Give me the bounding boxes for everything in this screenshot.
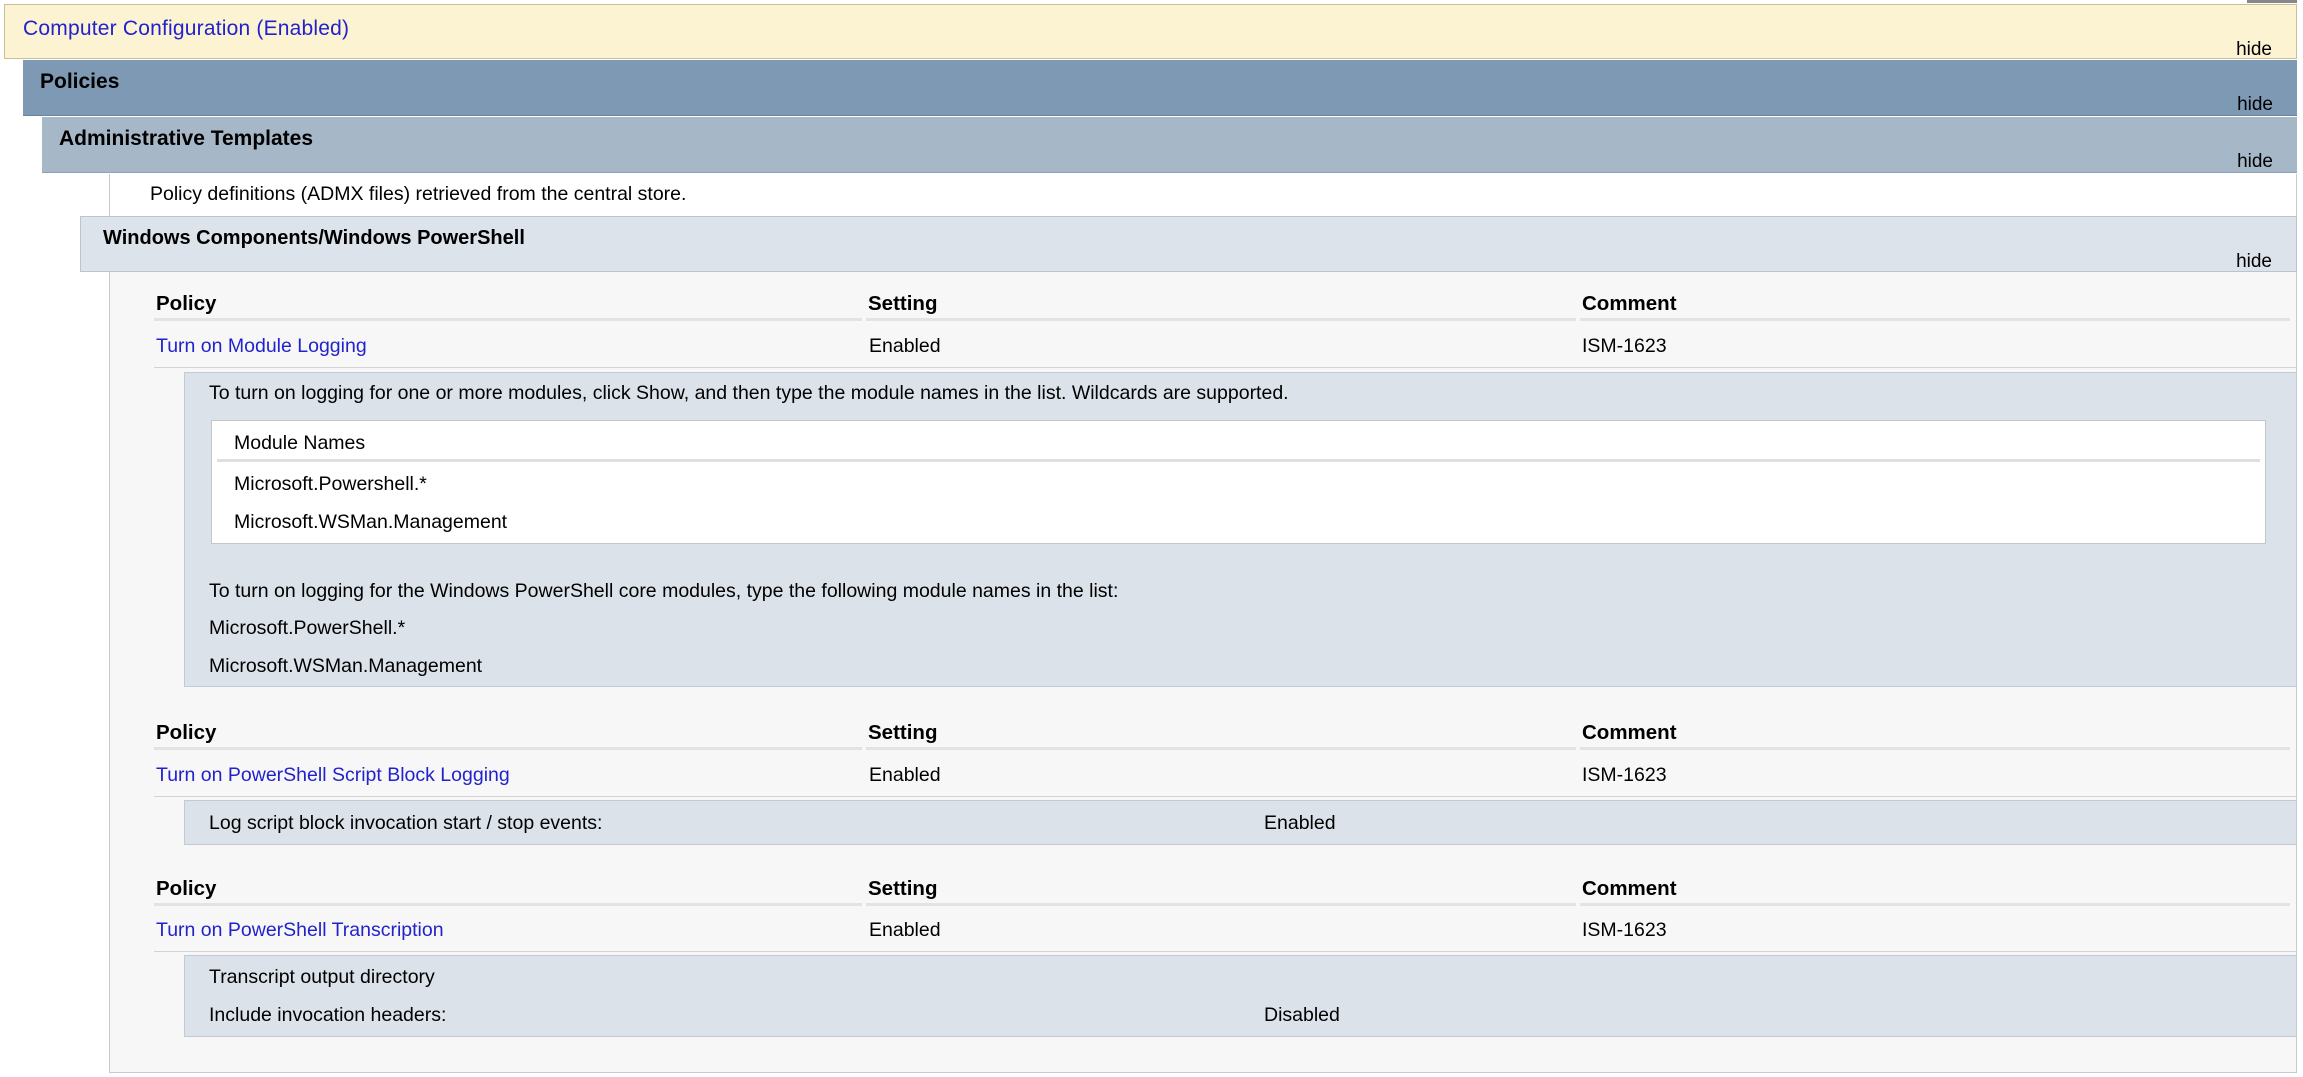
module-names-header: Module Names xyxy=(234,432,366,454)
module-names-header-rule xyxy=(217,459,2260,462)
transcription-details xyxy=(184,955,2297,1037)
administrative-templates-header[interactable]: Administrative Templates hide xyxy=(42,117,2297,173)
policies-title: Policies xyxy=(40,70,120,93)
computer-configuration-title[interactable]: Computer Configuration (Enabled) xyxy=(23,17,349,41)
core-modules-note: To turn on logging for the Windows Power… xyxy=(209,580,1119,602)
row-divider xyxy=(154,951,2297,952)
invocation-headers-value: Disabled xyxy=(1264,1004,1340,1026)
core-module-item: Microsoft.WSMan.Management xyxy=(209,655,483,677)
top-edge-line xyxy=(2247,0,2297,3)
core-module-item: Microsoft.PowerShell.* xyxy=(209,617,406,639)
policy-setting: Enabled xyxy=(869,764,941,786)
policy-link-script-block-logging[interactable]: Turn on PowerShell Script Block Logging xyxy=(156,764,510,787)
row-divider xyxy=(154,367,2297,368)
module-names-table xyxy=(211,420,2266,544)
policy-column-header: Policy xyxy=(156,877,217,900)
module-name-item: Microsoft.WSMan.Management xyxy=(234,511,508,533)
header-underline xyxy=(154,747,862,750)
policy-setting: Enabled xyxy=(869,335,941,357)
windows-powershell-header[interactable]: Windows Components/Windows PowerShell hi… xyxy=(80,216,2297,272)
comment-column-header: Comment xyxy=(1582,721,1677,744)
policy-comment: ISM-1623 xyxy=(1582,335,1667,357)
administrative-templates-title: Administrative Templates xyxy=(59,127,314,150)
row-divider xyxy=(154,796,2297,797)
policy-column-header: Policy xyxy=(156,292,217,315)
script-block-invocation-value: Enabled xyxy=(1264,812,1336,834)
computer-configuration-hide-link[interactable]: hide xyxy=(2236,39,2272,61)
admx-source-note: Policy definitions (ADMX files) retrieve… xyxy=(150,183,687,205)
administrative-templates-hide-link[interactable]: hide xyxy=(2237,151,2273,173)
header-underline xyxy=(866,903,1576,906)
header-underline xyxy=(154,318,862,321)
comment-column-header: Comment xyxy=(1582,292,1677,315)
setting-column-header: Setting xyxy=(868,877,938,900)
comment-column-header: Comment xyxy=(1582,877,1677,900)
header-underline xyxy=(866,747,1576,750)
policy-link-transcription[interactable]: Turn on PowerShell Transcription xyxy=(156,919,444,942)
header-underline xyxy=(1580,747,2290,750)
header-underline xyxy=(1580,318,2290,321)
module-name-item: Microsoft.Powershell.* xyxy=(234,473,427,495)
policy-column-header: Policy xyxy=(156,721,217,744)
header-underline xyxy=(1580,903,2290,906)
header-underline xyxy=(154,903,862,906)
policies-header[interactable]: Policies hide xyxy=(23,60,2297,116)
transcript-output-directory-label: Transcript output directory xyxy=(209,966,435,988)
windows-powershell-hide-link[interactable]: hide xyxy=(2236,251,2272,273)
computer-configuration-header[interactable]: Computer Configuration (Enabled) hide xyxy=(4,4,2297,61)
policies-hide-link[interactable]: hide xyxy=(2237,94,2273,116)
setting-column-header: Setting xyxy=(868,292,938,315)
policy-setting: Enabled xyxy=(869,919,941,941)
header-underline xyxy=(866,318,1576,321)
module-logging-intro: To turn on logging for one or more modul… xyxy=(209,382,1289,404)
windows-powershell-title: Windows Components/Windows PowerShell xyxy=(103,227,525,249)
policy-comment: ISM-1623 xyxy=(1582,919,1667,941)
policy-link-module-logging[interactable]: Turn on Module Logging xyxy=(156,335,367,358)
script-block-invocation-label: Log script block invocation start / stop… xyxy=(209,812,603,834)
policy-comment: ISM-1623 xyxy=(1582,764,1667,786)
invocation-headers-label: Include invocation headers: xyxy=(209,1004,447,1026)
setting-column-header: Setting xyxy=(868,721,938,744)
